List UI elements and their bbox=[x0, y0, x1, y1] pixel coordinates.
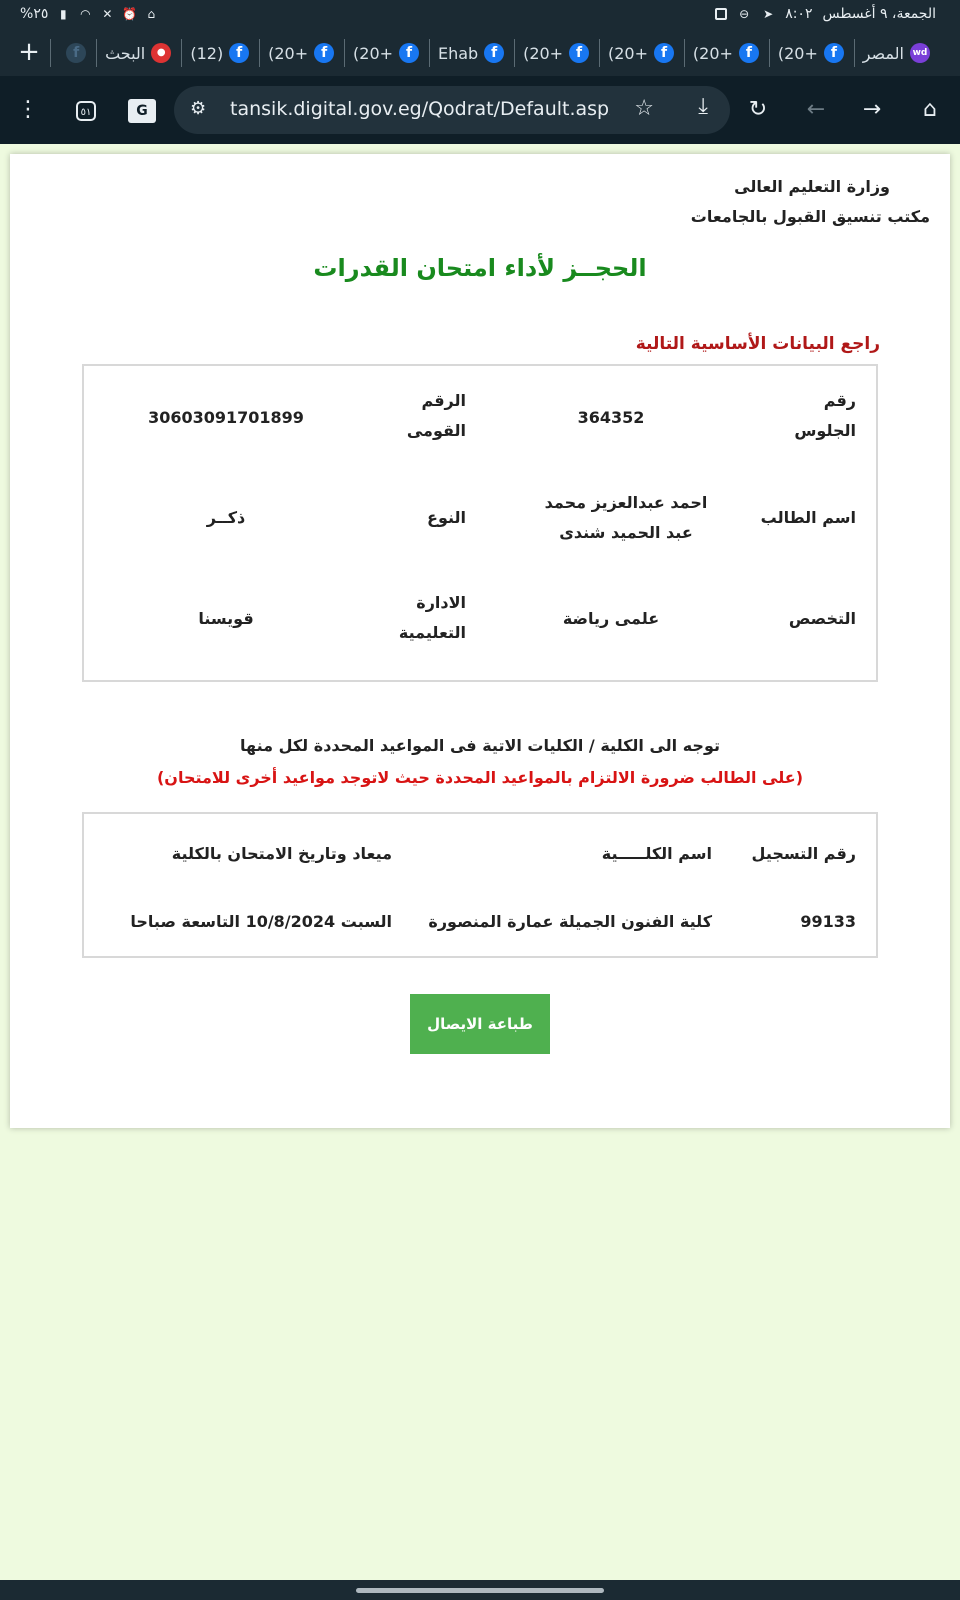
omnibox[interactable]: ⚙ tansik.digital.gov.eg/Qodrat/Default.a… bbox=[174, 86, 730, 134]
url-text[interactable]: tansik.digital.gov.eg/Qodrat/Default.asp… bbox=[230, 98, 610, 120]
office-name: مكتب تنسيق القبول بالجامعات bbox=[690, 207, 930, 226]
registration-value: 99133 bbox=[800, 912, 856, 931]
menu-kebab-icon[interactable]: ⋮ bbox=[12, 94, 44, 126]
search-engine-icon: ● bbox=[151, 43, 172, 63]
tab-title: Ehab bbox=[437, 43, 479, 63]
tab-switcher-button[interactable]: ٥١ bbox=[76, 101, 96, 121]
alarm-icon: ⏰ bbox=[122, 7, 138, 21]
translate-icon[interactable]: G bbox=[128, 99, 156, 123]
seat-number-value: 364352 bbox=[577, 408, 645, 427]
dnd-icon: ⊖ bbox=[739, 7, 750, 21]
telegram-icon: ➤ bbox=[763, 7, 774, 21]
national-id-value: 30603091701899 bbox=[148, 408, 304, 427]
tab-strip: + wd المصر f (20+ f (20+ f (20+ f (20+ f… bbox=[0, 30, 960, 76]
facebook-icon: f bbox=[569, 43, 590, 63]
tab-title: (20+ bbox=[268, 43, 309, 63]
review-label: راجع البيانات الأساسية التالية bbox=[635, 334, 880, 354]
browser-toolbar: ⋮ ٥١ G ⚙ tansik.digital.gov.eg/Qodrat/De… bbox=[0, 76, 960, 144]
tab-title: المصر bbox=[862, 43, 904, 63]
tab-item[interactable]: f (12) bbox=[181, 39, 259, 67]
tab-title: البحث bbox=[105, 43, 146, 63]
battery-text: %٢٥ bbox=[20, 6, 49, 22]
seat-number-label: رقم الجلوس bbox=[794, 391, 856, 440]
tab-title: (20+ bbox=[608, 43, 649, 63]
page-title: الحجــز لأداء امتحان القدرات bbox=[313, 254, 647, 282]
national-id-label: الرقم القومى bbox=[406, 391, 466, 440]
reload-icon[interactable]: ↻ bbox=[742, 94, 774, 126]
student-name-value: احمد عبدالعزيز محمد عبد الحميد شندى bbox=[544, 493, 708, 542]
tab-item[interactable]: f (20+ bbox=[344, 39, 429, 67]
facebook-icon: f bbox=[66, 43, 87, 63]
tab-item[interactable]: ● البحث bbox=[96, 39, 181, 67]
tab-title: (20+ bbox=[353, 43, 394, 63]
status-right: الجمعة، ٩ أغسطس ٨:٠٢ ➤ ⊖ bbox=[715, 6, 936, 22]
education-admin-label: الادارة التعليمية bbox=[398, 593, 466, 642]
education-admin-value: قويسنا bbox=[198, 609, 254, 628]
tabs-list: wd المصر f (20+ f (20+ f (20+ f (20+ f E… bbox=[50, 39, 940, 67]
student-name-label: اسم الطالب bbox=[760, 508, 856, 527]
tab-item[interactable]: f (20+ bbox=[768, 39, 854, 67]
facebook-icon: f bbox=[654, 43, 675, 63]
status-bar: %٢٥ ▮ ◠ ✕ ⏰ ⌂ الجمعة، ٩ أغسطس ٨:٠٢ ➤ ⊖ bbox=[0, 0, 960, 30]
gender-value: ذكــر bbox=[206, 508, 246, 527]
time-text: ٨:٠٢ bbox=[785, 6, 813, 22]
forward-arrow-icon[interactable]: → bbox=[856, 94, 888, 126]
screenshot-icon bbox=[715, 8, 728, 20]
tab-title: (20+ bbox=[523, 43, 564, 63]
tab-item[interactable]: f (20+ bbox=[684, 39, 769, 67]
facebook-icon: f bbox=[484, 43, 505, 63]
tab-item[interactable]: wd المصر bbox=[853, 39, 940, 67]
facebook-icon: f bbox=[823, 43, 844, 63]
tab-item[interactable]: f (20+ bbox=[599, 39, 684, 67]
direction-note: توجه الى الكلية / الكليات الاتية فى المو… bbox=[240, 736, 720, 755]
warning-note: (على الطالب ضرورة الالتزام بالمواعيد الم… bbox=[156, 768, 803, 787]
student-info-box: رقم الجلوس 364352 الرقم القومى 306030917… bbox=[82, 364, 878, 682]
facebook-icon: f bbox=[738, 43, 759, 63]
tab-item[interactable]: f (20+ bbox=[514, 39, 599, 67]
mute-icon: ✕ bbox=[102, 7, 113, 21]
gesture-handle[interactable] bbox=[356, 1588, 604, 1593]
wd-icon: wd bbox=[910, 43, 930, 63]
registration-header: رقم التسجيل bbox=[751, 844, 856, 863]
back-arrow-icon[interactable]: ← bbox=[800, 94, 832, 126]
college-header: اسم الكلـــــية bbox=[601, 844, 712, 863]
print-receipt-button[interactable]: طباعة الايصال bbox=[410, 994, 550, 1054]
site-settings-icon[interactable]: ⚙ bbox=[190, 98, 206, 119]
new-tab-button[interactable]: + bbox=[16, 38, 42, 68]
page-card: وزارة التعليم العالى مكتب تنسيق القبول ب… bbox=[10, 154, 950, 1128]
gender-label: النوع bbox=[427, 508, 466, 527]
tab-item[interactable]: f (20+ bbox=[259, 39, 344, 67]
facebook-icon: f bbox=[314, 43, 335, 63]
schedule-header: ميعاد وتاريخ الامتحان بالكلية bbox=[171, 844, 392, 863]
facebook-icon: f bbox=[399, 43, 420, 63]
download-icon[interactable]: ⤓ bbox=[698, 94, 708, 119]
status-left: %٢٥ ▮ ◠ ✕ ⏰ ⌂ bbox=[20, 6, 158, 22]
facebook-icon: f bbox=[229, 43, 250, 63]
date-text: الجمعة، ٩ أغسطس bbox=[822, 6, 936, 22]
tab-title: (20+ bbox=[692, 43, 733, 63]
colleges-table: رقم التسجيل اسم الكلـــــية ميعاد وتاريخ… bbox=[82, 812, 878, 958]
wifi-icon: ◠ bbox=[80, 7, 91, 21]
bookmark-star-icon[interactable]: ☆ bbox=[634, 96, 654, 121]
sync-icon: ⌂ bbox=[147, 7, 156, 21]
tab-item[interactable]: f bbox=[50, 39, 96, 67]
ministry-name: وزارة التعليم العالى bbox=[734, 177, 890, 196]
tab-title: (20+ bbox=[777, 43, 818, 63]
specialization-value: علمى رياضة bbox=[562, 609, 660, 628]
signal-icon: ▮ bbox=[60, 7, 67, 21]
college-value: كلية الفنون الجميلة عمارة المنصورة bbox=[428, 912, 712, 931]
tab-item[interactable]: f Ehab bbox=[429, 39, 514, 67]
tab-title: (12) bbox=[190, 43, 224, 63]
specialization-label: التخصص bbox=[788, 609, 856, 628]
home-icon[interactable]: ⌂ bbox=[914, 94, 946, 126]
navigation-bar bbox=[0, 1580, 960, 1600]
schedule-value: السبت 10/8/2024 التاسعة صباحا bbox=[130, 912, 392, 931]
